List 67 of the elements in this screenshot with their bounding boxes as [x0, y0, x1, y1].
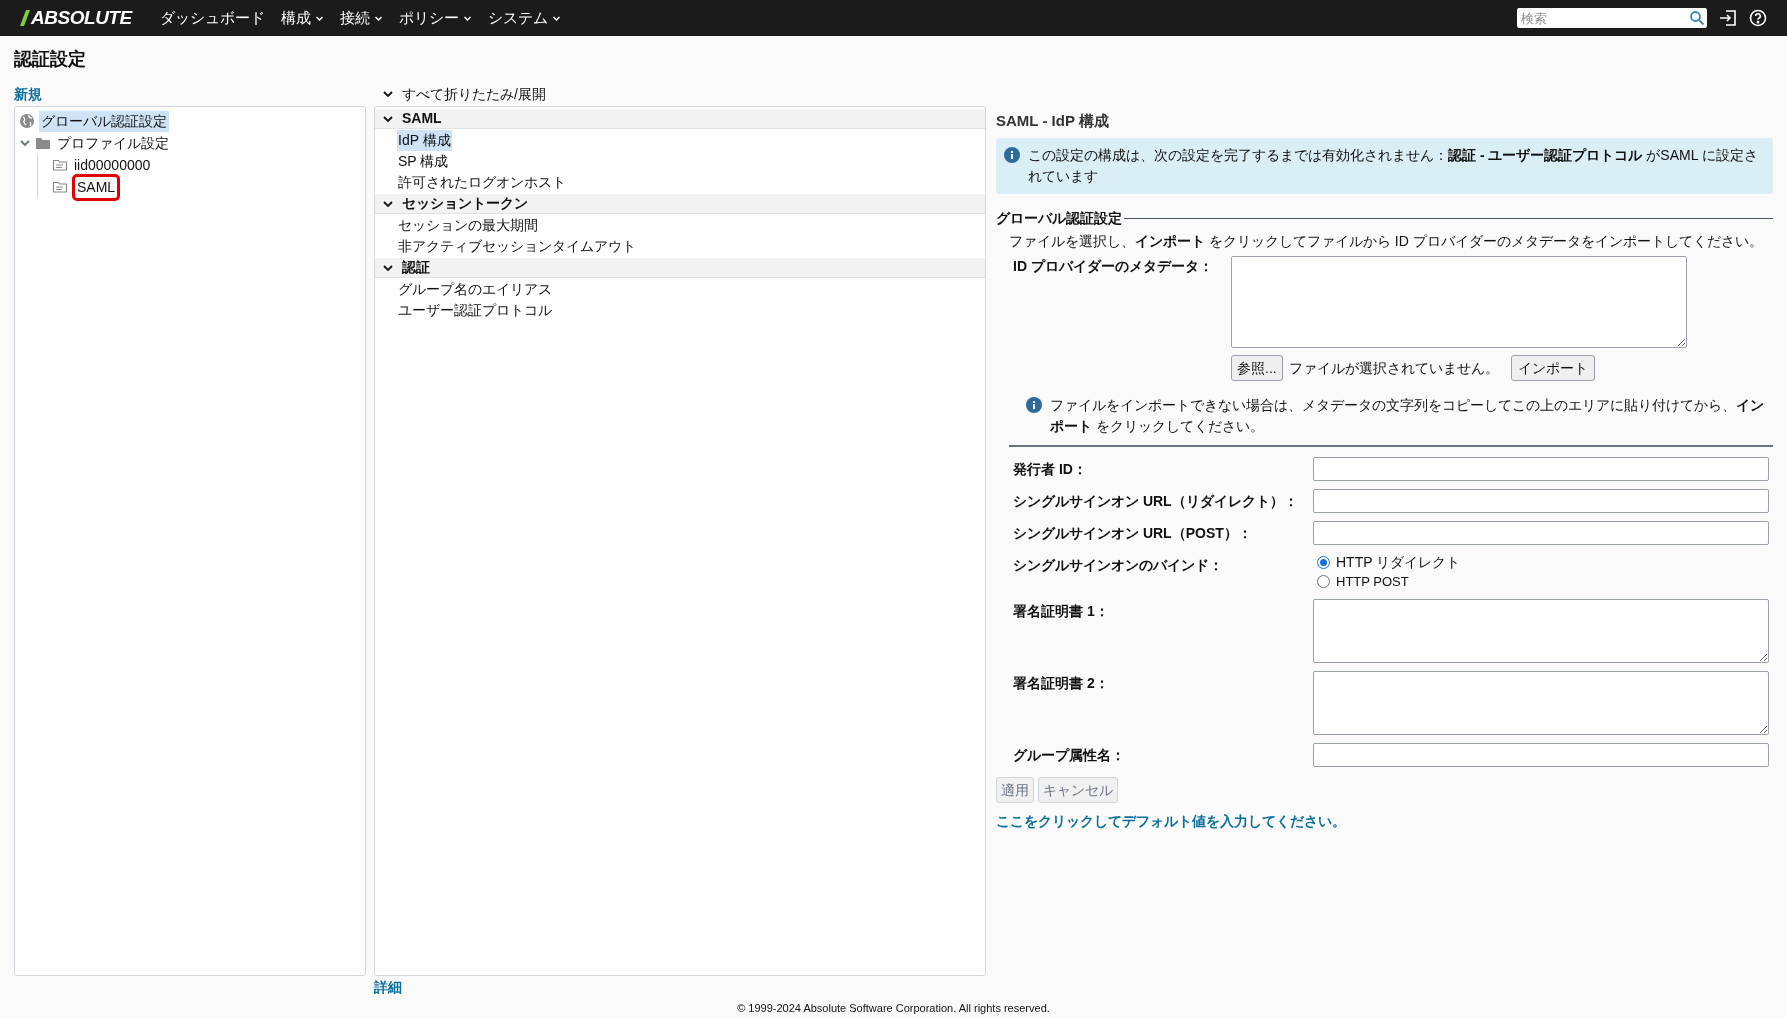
- radio-label: HTTP POST: [1336, 572, 1409, 591]
- section-header[interactable]: 認証: [375, 258, 985, 278]
- field-label: シングルサインオン URL（リダイレクト）：: [1013, 492, 1299, 511]
- tree-item[interactable]: iid00000000: [72, 154, 153, 176]
- logo[interactable]: ABSOLUTE: [20, 3, 132, 33]
- field-label: グループ属性名：: [1013, 746, 1126, 765]
- menu-item[interactable]: グループ名のエイリアス: [397, 279, 553, 300]
- nav-menu-item[interactable]: ダッシュボード: [159, 6, 265, 30]
- field-label: シングルサインオン URL（POST）：: [1013, 524, 1253, 543]
- search-icon: [1689, 10, 1705, 26]
- text-field[interactable]: [1313, 743, 1769, 767]
- info-icon: [1004, 147, 1020, 163]
- radio-label: HTTP リダイレクト: [1336, 553, 1461, 572]
- field-label: 発行者 ID：: [1013, 460, 1088, 479]
- tree-item[interactable]: SAML: [75, 176, 118, 198]
- metadata-text-area[interactable]: [1231, 256, 1687, 348]
- section-header[interactable]: セッショントークン: [375, 194, 985, 214]
- import-hint-text: ファイルをインポートできない場合は、メタデータの文字列をコピーしてこの上のエリアに貼り付けてから、インポート をクリックしてください。: [1050, 396, 1765, 436]
- text-field[interactable]: [1313, 457, 1769, 481]
- document-icon: [52, 157, 68, 173]
- menu-item[interactable]: セッションの最大期間: [397, 215, 539, 236]
- panel-heading: SAML - IdP 構成: [996, 111, 1110, 131]
- field-label: 署名証明書 2：: [1013, 674, 1110, 693]
- search-button[interactable]: [1687, 8, 1707, 28]
- info-message: この設定の構成は、次の設定を完了するまでは有効化されません：認証 - ユーザー認証プロトコル がSAML に設定されています: [1028, 146, 1759, 186]
- section-header[interactable]: SAML: [375, 109, 985, 129]
- file-status-text: ファイルが選択されていません。: [1288, 358, 1499, 378]
- section-legend: グローバル認証設定: [996, 208, 1122, 229]
- field-label: 署名証明書 1：: [1013, 602, 1110, 621]
- page-title: 認証設定: [14, 48, 87, 71]
- radio-button[interactable]: [1317, 575, 1330, 588]
- text-field[interactable]: [1313, 489, 1769, 513]
- field-label: シングルサインオンのバインド：: [1013, 556, 1224, 575]
- radio-button[interactable]: [1317, 556, 1330, 569]
- tree-item[interactable]: プロファイル設定: [55, 132, 171, 154]
- text-field[interactable]: [1313, 521, 1769, 545]
- nav-menu-item[interactable]: 接続: [339, 6, 383, 30]
- tree-item[interactable]: グローバル認証設定: [39, 110, 169, 132]
- menu-item[interactable]: SP 構成: [397, 151, 450, 172]
- copyright-text: © 1999-2024 Absolute Software Corporation. All rights reserved.: [736, 1001, 1051, 1016]
- nav-menu-item[interactable]: 構成: [280, 6, 324, 30]
- new-link[interactable]: 新規: [14, 82, 366, 106]
- collapse-all-toggle[interactable]: すべて折りたたみ/展開: [374, 82, 986, 106]
- details-link[interactable]: 詳細: [374, 976, 402, 998]
- logo-slash-icon: [20, 10, 30, 26]
- nav-menu-item[interactable]: ポリシー: [398, 6, 472, 30]
- globe-icon: [19, 113, 35, 129]
- help-icon[interactable]: [1749, 9, 1767, 27]
- menu-item[interactable]: IdP 構成: [397, 130, 452, 151]
- chevron-down-icon: [19, 137, 31, 149]
- instruction-text: ファイルを選択し、インポート をクリックしてファイルから ID プロバイダーのメタデータをインポートしてください。: [1008, 232, 1764, 251]
- menu-item[interactable]: 非アクティブセッションタイムアウト: [397, 236, 637, 257]
- nav-menu-item[interactable]: システム: [487, 6, 561, 30]
- default-values-link[interactable]: ここをクリックしてデフォルト値を入力してください。: [996, 811, 1346, 832]
- menu-item[interactable]: ユーザー認証プロトコル: [397, 300, 553, 321]
- document-icon: [52, 179, 68, 195]
- info-icon: [1026, 397, 1042, 413]
- import-button[interactable]: インポート: [1510, 355, 1595, 381]
- certificate-text-area[interactable]: [1313, 599, 1769, 663]
- folder-icon: [35, 135, 51, 151]
- search-field[interactable]: 検索: [1517, 8, 1687, 28]
- chevron-down-icon: [382, 88, 394, 100]
- menu-item[interactable]: 許可されたログオンホスト: [397, 172, 567, 193]
- certificate-text-area[interactable]: [1313, 671, 1769, 735]
- browse-button[interactable]: 参照...: [1231, 355, 1283, 381]
- logout-icon[interactable]: [1719, 9, 1737, 27]
- field-label: ID プロバイダーのメタデータ：: [1013, 257, 1214, 276]
